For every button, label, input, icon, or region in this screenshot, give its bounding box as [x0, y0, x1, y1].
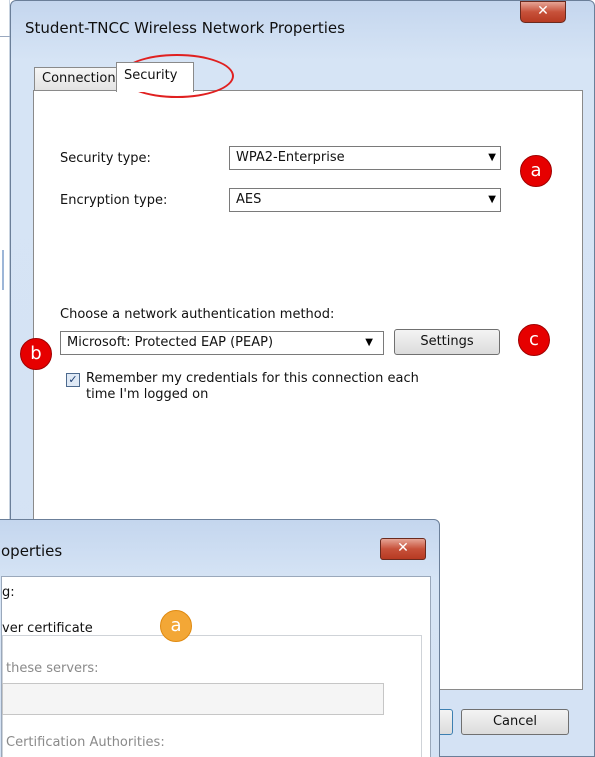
background-scroll-mark — [2, 250, 4, 290]
trusted-ca-label: Certification Authorities: — [6, 735, 165, 750]
remember-credentials-line2: time I'm logged on — [86, 387, 209, 402]
tab-connection[interactable]: Connection — [34, 67, 122, 91]
callout-b: b — [20, 338, 52, 370]
close-button[interactable]: ✕ — [520, 1, 566, 23]
window-title: Student-TNCC Wireless Network Properties — [25, 19, 345, 37]
chevron-down-icon: ▼ — [488, 194, 496, 205]
settings-button[interactable]: Settings — [394, 329, 500, 355]
callout-a-orange: a — [160, 610, 192, 642]
security-type-select[interactable]: WPA2-Enterprise ▼ — [229, 146, 501, 170]
auth-method-value: Microsoft: Protected EAP (PEAP) — [67, 335, 274, 350]
remember-credentials-checkbox[interactable]: ✓ — [66, 373, 80, 387]
peap-window-title: operties — [1, 542, 63, 560]
callout-a: a — [520, 155, 552, 187]
servers-input[interactable] — [2, 683, 384, 715]
connect-servers-label: these servers: — [6, 661, 99, 676]
security-type-label: Security type: — [60, 151, 151, 166]
peap-close-button[interactable]: ✕ — [380, 538, 426, 560]
callout-c: c — [518, 324, 550, 356]
validate-certificate-label: ver certificate — [2, 621, 93, 636]
encryption-type-value: AES — [236, 192, 262, 207]
screen: Student-TNCC Wireless Network Properties… — [0, 0, 595, 757]
auth-method-label: Choose a network authentication method: — [60, 307, 335, 322]
auth-method-select[interactable]: Microsoft: Protected EAP (PEAP) ▼ — [60, 331, 384, 355]
chevron-down-icon: ▼ — [365, 337, 373, 348]
tab-security[interactable]: Security — [116, 62, 194, 92]
peap-body: g: ver certificate these servers: Certif… — [1, 576, 431, 757]
background-divider — [0, 36, 10, 37]
remember-credentials-line1: Remember my credentials for this connect… — [86, 371, 419, 386]
cancel-button[interactable]: Cancel — [461, 709, 569, 735]
security-type-value: WPA2-Enterprise — [236, 150, 345, 165]
tab-connection-label: Connection — [42, 71, 116, 86]
close-icon: ✕ — [537, 3, 549, 19]
chevron-down-icon: ▼ — [488, 152, 496, 163]
peap-heading: g: — [2, 585, 15, 600]
peap-properties-window: operties ✕ g: ver certificate these serv… — [0, 519, 440, 757]
encryption-type-label: Encryption type: — [60, 193, 168, 208]
tab-security-label: Security — [124, 68, 178, 83]
close-icon: ✕ — [397, 540, 409, 556]
encryption-type-select[interactable]: AES ▼ — [229, 188, 501, 212]
